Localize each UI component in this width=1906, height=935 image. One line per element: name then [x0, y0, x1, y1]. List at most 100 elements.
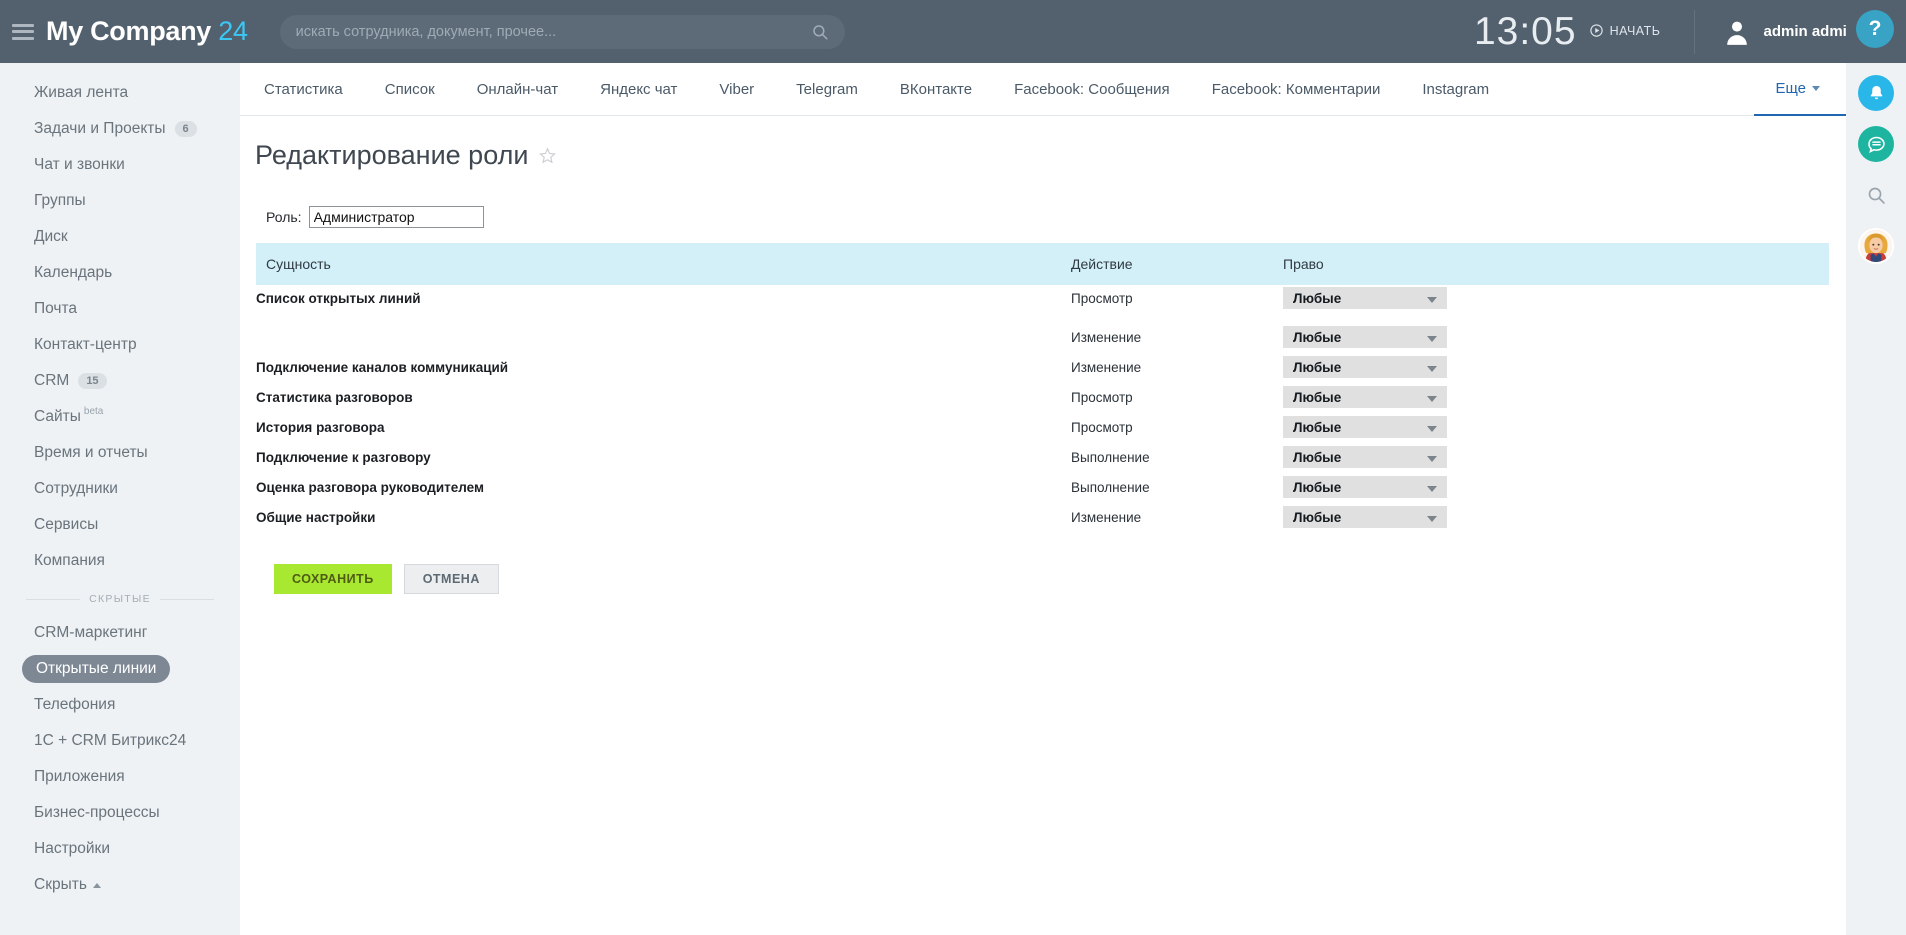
permission-select[interactable]: Любые [1283, 506, 1447, 528]
sidebar-item-label: Время и отчеты [34, 444, 148, 462]
sidebar-item-label: Диск [34, 228, 68, 246]
cell-right: Любые [1283, 414, 1829, 440]
divider-line-right [160, 599, 214, 600]
sidebar-item-9[interactable]: Сайтыbeta [0, 399, 240, 435]
sidebar-item-5[interactable]: Календарь [0, 255, 240, 291]
sidebar-hidden-item-0[interactable]: CRM-маркетинг [0, 615, 240, 651]
search-input[interactable] [296, 24, 811, 40]
sidebar-item-counter: 6 [175, 121, 197, 137]
sidebar-item-6[interactable]: Почта [0, 291, 240, 327]
column-header-action: Действие [1071, 243, 1283, 285]
table-header-row: Сущность Действие Право [256, 243, 1829, 285]
chat-bubble-icon[interactable] [1858, 126, 1894, 162]
cell-action: Изменение [1071, 324, 1283, 350]
sidebar-item-3[interactable]: Группы [0, 183, 240, 219]
permissions-table: Сущность Действие Право Список открытых … [256, 243, 1829, 534]
permissions-table-head: Сущность Действие Право [256, 243, 1829, 285]
permission-select[interactable]: Любые [1283, 356, 1447, 378]
sidebar-item-counter: 15 [78, 373, 106, 389]
sidebar-item-label: Контакт-центр [34, 336, 137, 354]
permission-select[interactable]: Любые [1283, 476, 1447, 498]
cell-entity: Оценка разговора руководителем [256, 474, 1071, 500]
avatar-glyph [1860, 228, 1892, 264]
search-icon[interactable] [1858, 177, 1894, 213]
help-button[interactable]: ? [1856, 10, 1894, 48]
tab-6[interactable]: ВКонтакте [879, 63, 993, 116]
sidebar-item-12[interactable]: Сервисы [0, 507, 240, 543]
permission-select-value: Любые [1293, 390, 1341, 405]
tab-more[interactable]: Еще [1754, 63, 1846, 116]
tab-1[interactable]: Список [364, 63, 456, 116]
cancel-button[interactable]: ОТМЕНА [404, 564, 499, 594]
cell-right: Любые [1283, 504, 1829, 530]
sidebar-item-label: Сотрудники [34, 480, 118, 498]
sidebar-item-label: Группы [34, 192, 86, 210]
cell-action: Просмотр [1071, 285, 1283, 311]
hidden-section-label: СКРЫТЫЕ [89, 593, 151, 605]
cell-entity: Статистика разговоров [256, 384, 1071, 410]
divider-line-left [26, 599, 80, 600]
sidebar-hidden-item-2[interactable]: Телефония [0, 687, 240, 723]
cell-action: Просмотр [1071, 414, 1283, 440]
permission-select[interactable]: Любые [1283, 326, 1447, 348]
sidebar-collapse-button[interactable]: Скрыть [0, 867, 240, 903]
sidebar-hidden-item-1[interactable]: Открытые линии [0, 651, 240, 687]
app-logo[interactable]: My Company 24 [46, 16, 248, 47]
permission-select[interactable]: Любые [1283, 287, 1447, 309]
table-row: Общие настройкиИзменениеЛюбые [256, 504, 1829, 530]
user-avatar-photo[interactable] [1858, 228, 1894, 264]
cell-right: Любые [1283, 474, 1829, 500]
global-search[interactable] [280, 15, 845, 49]
hamburger-menu-icon[interactable] [12, 24, 34, 40]
tab-5[interactable]: Telegram [775, 63, 879, 116]
sidebar-hidden-item-label: Телефония [34, 696, 115, 714]
sidebar-hidden-item-3[interactable]: 1С + CRM Битрикс24 [0, 723, 240, 759]
sidebar-hidden-item-4[interactable]: Приложения [0, 759, 240, 795]
column-header-right: Право [1283, 243, 1829, 285]
tab-9[interactable]: Instagram [1401, 63, 1510, 116]
table-row: Список открытых линийПросмотрЛюбые [256, 285, 1829, 311]
sidebar-hidden-item-6[interactable]: Настройки [0, 831, 240, 867]
sidebar-item-10[interactable]: Время и отчеты [0, 435, 240, 471]
sidebar-item-2[interactable]: Чат и звонки [0, 147, 240, 183]
permission-select-value: Любые [1293, 360, 1341, 375]
logo-number: 24 [218, 16, 247, 46]
start-workday-button[interactable]: НАЧАТЬ [1589, 23, 1661, 38]
sidebar-item-7[interactable]: Контакт-центр [0, 327, 240, 363]
sidebar-collapse-label: Скрыть [34, 876, 87, 894]
tab-0[interactable]: Статистика [243, 63, 364, 116]
start-workday-label: НАЧАТЬ [1610, 24, 1661, 38]
star-outline-icon[interactable] [539, 147, 556, 164]
sidebar-hidden-item-label: Открытые линии [22, 655, 170, 683]
sidebar-item-1[interactable]: Задачи и Проекты6 [0, 111, 240, 147]
tab-3[interactable]: Яндекс чат [579, 63, 698, 116]
sidebar-item-4[interactable]: Диск [0, 219, 240, 255]
form-action-bar: СОХРАНИТЬ ОТМЕНА [256, 534, 1830, 594]
role-name-row: Роль: [256, 192, 1830, 243]
sidebar-hidden-item-label: CRM-маркетинг [34, 624, 147, 642]
sidebar-item-8[interactable]: CRM15 [0, 363, 240, 399]
tab-2[interactable]: Онлайн-чат [456, 63, 579, 116]
permission-select[interactable]: Любые [1283, 416, 1447, 438]
sidebar-item-11[interactable]: Сотрудники [0, 471, 240, 507]
cell-action: Выполнение [1071, 474, 1283, 500]
bell-icon[interactable] [1858, 75, 1894, 111]
tab-7[interactable]: Facebook: Сообщения [993, 63, 1191, 116]
user-silhouette-icon [1723, 18, 1751, 46]
tab-more-label: Еще [1775, 80, 1806, 97]
save-button[interactable]: СОХРАНИТЬ [274, 564, 392, 594]
chevron-down-icon [1427, 297, 1437, 303]
role-name-input[interactable] [309, 206, 484, 228]
permission-select-value: Любые [1293, 510, 1341, 525]
chevron-down-icon [1427, 426, 1437, 432]
permission-select[interactable]: Любые [1283, 386, 1447, 408]
search-icon [811, 23, 829, 41]
sidebar-item-label: Сервисы [34, 516, 98, 534]
tab-4[interactable]: Viber [698, 63, 775, 116]
tab-8[interactable]: Facebook: Комментарии [1191, 63, 1402, 116]
sidebar-item-13[interactable]: Компания [0, 543, 240, 579]
chevron-down-icon [1427, 486, 1437, 492]
sidebar-item-0[interactable]: Живая лента [0, 75, 240, 111]
sidebar-hidden-item-5[interactable]: Бизнес-процессы [0, 795, 240, 831]
permission-select[interactable]: Любые [1283, 446, 1447, 468]
